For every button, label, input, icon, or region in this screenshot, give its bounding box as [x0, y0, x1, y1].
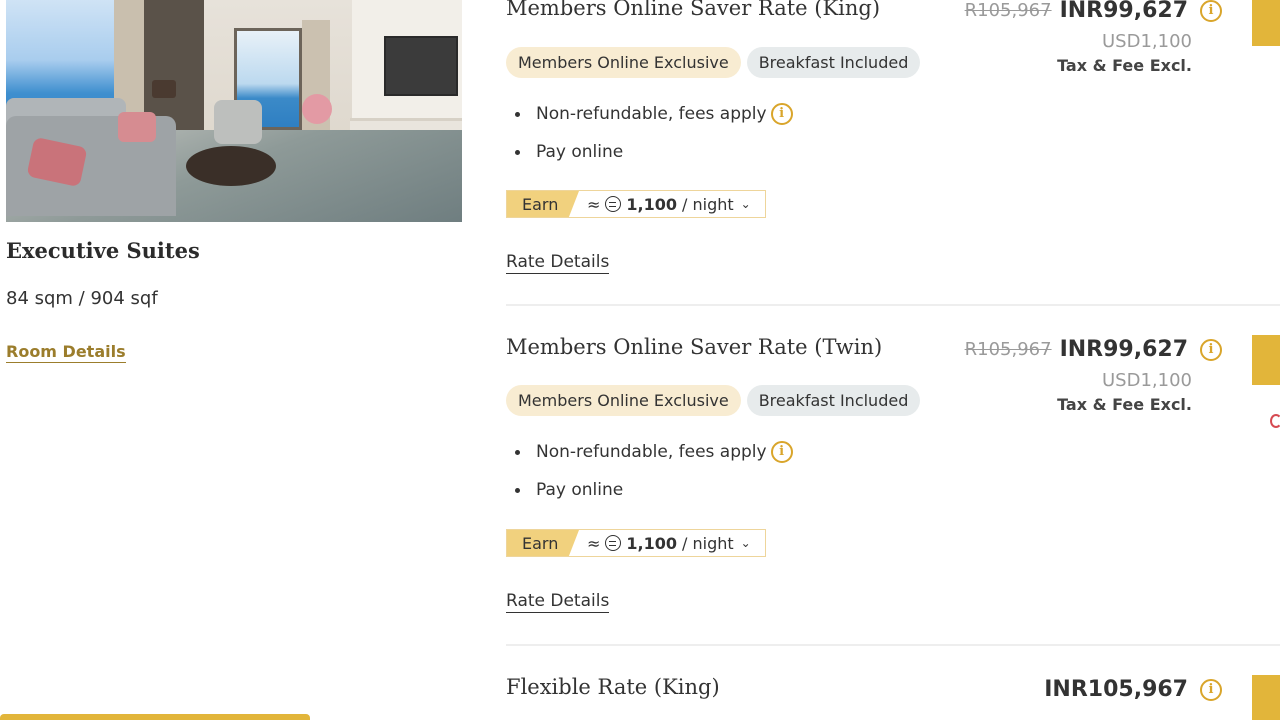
- earn-points-value: 1,100: [626, 533, 678, 553]
- points-icon: [605, 196, 622, 212]
- earn-label: Earn: [507, 191, 579, 217]
- price-row: R105,967 INR99,627 i: [965, 337, 1222, 362]
- earn-points-value: 1,100: [626, 194, 678, 214]
- condition-text: Pay online: [536, 480, 624, 500]
- approx-symbol: ≈: [587, 194, 601, 214]
- rate-details-link[interactable]: Rate Details: [506, 591, 610, 613]
- rate-conditions: Non-refundable, fees apply i Pay online: [506, 101, 793, 177]
- photo-tv: [384, 36, 458, 96]
- price-row: R105,967 INR99,627 i: [965, 0, 1222, 23]
- condition-item: Non-refundable, fees apply i: [506, 101, 793, 139]
- rate-price: INR105,967 i: [1044, 677, 1222, 702]
- rate-card-flexible-king: Flexible Rate (King) INR105,967 i: [506, 675, 1280, 720]
- room-photo[interactable]: [6, 0, 462, 222]
- condition-text: Non-refundable, fees apply: [536, 104, 767, 124]
- rate-price: R105,967 INR99,627 i USD1,100 Tax & Fee …: [965, 337, 1222, 414]
- rate-divider: [506, 644, 1280, 646]
- photo-pillow: [118, 112, 156, 142]
- rate-tags: Members Online Exclusive Breakfast Inclu…: [506, 47, 921, 78]
- earn-points-suffix: / night: [682, 194, 734, 214]
- tax-note: Tax & Fee Excl.: [1057, 56, 1192, 75]
- usd-price: USD1,100: [1102, 370, 1192, 391]
- info-icon[interactable]: i: [770, 103, 793, 125]
- price-row: INR105,967 i: [1044, 677, 1222, 702]
- room-details-link[interactable]: Room Details: [6, 342, 126, 363]
- info-icon[interactable]: i: [1200, 678, 1222, 701]
- rate-details-link[interactable]: Rate Details: [506, 252, 610, 274]
- condition-item: Pay online: [506, 139, 793, 177]
- select-rate-button[interactable]: [1252, 0, 1280, 46]
- approx-symbol: ≈: [587, 533, 601, 553]
- photo-flowers: [302, 94, 332, 124]
- member-price: INR99,627: [1059, 337, 1188, 362]
- tag-members-exclusive: Members Online Exclusive: [506, 385, 741, 416]
- tag-breakfast-included: Breakfast Included: [746, 47, 921, 78]
- condition-item: Pay online: [506, 477, 793, 515]
- photo-chair: [214, 100, 262, 144]
- info-icon[interactable]: i: [1200, 338, 1222, 361]
- tag-breakfast-included: Breakfast Included: [746, 385, 921, 416]
- flexible-price: INR105,967: [1044, 677, 1188, 702]
- earn-points-text: ≈ 1,100 / night ⌄: [587, 534, 751, 553]
- earn-points-text: ≈ 1,100 / night ⌄: [587, 195, 751, 214]
- info-icon[interactable]: i: [770, 441, 793, 463]
- info-icon[interactable]: i: [1200, 0, 1222, 22]
- earn-label: Earn: [507, 530, 579, 556]
- original-price: R105,967: [964, 0, 1052, 21]
- condition-text: Pay online: [536, 142, 624, 162]
- tax-note: Tax & Fee Excl.: [1057, 395, 1192, 414]
- photo-coffee-table: [186, 146, 276, 186]
- room-size: 84 sqm / 904 sqf: [6, 288, 158, 309]
- rate-name: Flexible Rate (King): [506, 675, 720, 699]
- rate-conditions: Non-refundable, fees apply i Pay online: [506, 439, 793, 515]
- rate-divider: [506, 304, 1280, 306]
- select-rate-button[interactable]: [1252, 335, 1280, 385]
- rate-card-king: Members Online Saver Rate (King) Members…: [506, 0, 1280, 296]
- bottom-action-bar[interactable]: [0, 714, 310, 720]
- original-price: R105,967: [964, 339, 1052, 360]
- earn-points-dropdown[interactable]: Earn ≈ 1,100 / night ⌄: [506, 190, 766, 218]
- rate-name: Members Online Saver Rate (Twin): [506, 335, 883, 359]
- chevron-down-icon: ⌄: [740, 197, 751, 211]
- rate-price: R105,967 INR99,627 i USD1,100 Tax & Fee …: [965, 0, 1222, 75]
- rate-card-twin: Members Online Saver Rate (Twin) Members…: [506, 335, 1280, 635]
- rate-name: Members Online Saver Rate (King): [506, 0, 881, 20]
- rate-tags: Members Online Exclusive Breakfast Inclu…: [506, 385, 921, 416]
- chevron-down-icon: ⌄: [740, 536, 751, 550]
- member-price: INR99,627: [1059, 0, 1188, 23]
- select-rate-button[interactable]: [1252, 675, 1280, 720]
- earn-points-dropdown[interactable]: Earn ≈ 1,100 / night ⌄: [506, 529, 766, 557]
- points-icon: [605, 535, 622, 551]
- heart-icon[interactable]: [1270, 414, 1280, 428]
- room-name: Executive Suites: [6, 238, 200, 263]
- usd-price: USD1,100: [1102, 31, 1192, 52]
- tag-members-exclusive: Members Online Exclusive: [506, 47, 741, 78]
- condition-item: Non-refundable, fees apply i: [506, 439, 793, 477]
- condition-text: Non-refundable, fees apply: [536, 442, 767, 462]
- photo-lamp: [152, 80, 176, 98]
- earn-points-suffix: / night: [682, 533, 734, 553]
